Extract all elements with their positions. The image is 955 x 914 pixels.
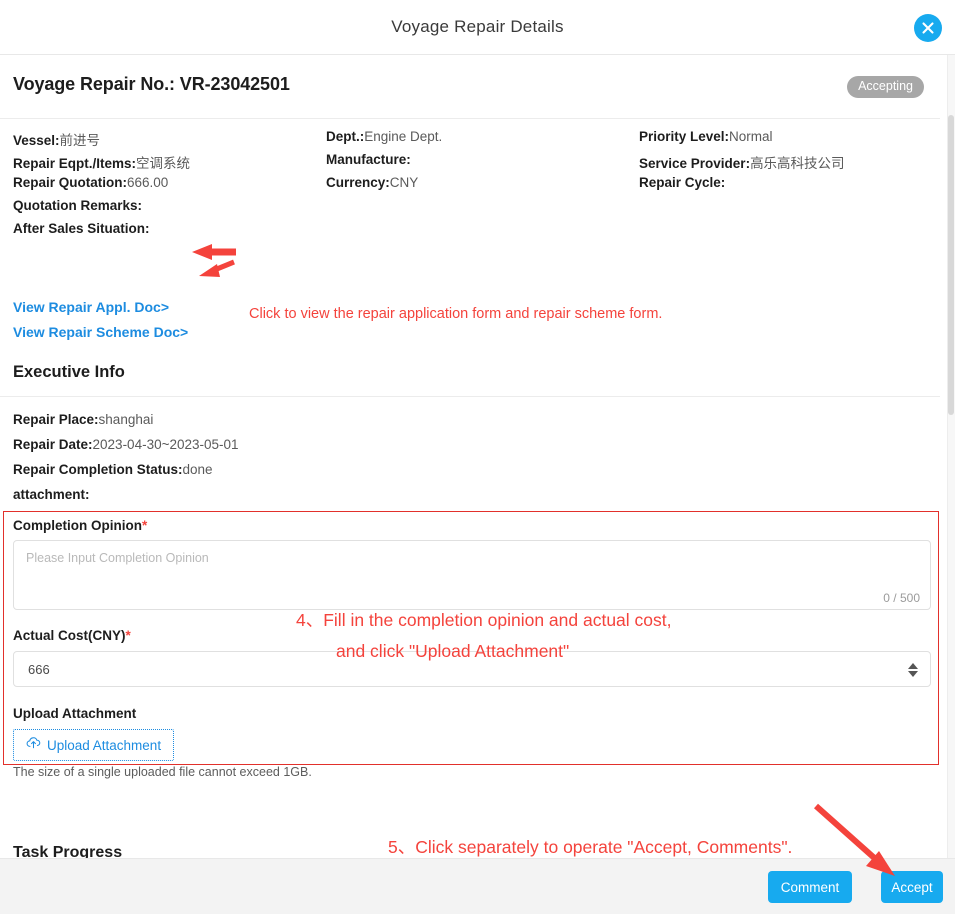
field-label: Vessel: — [13, 133, 60, 148]
info-row: Repair Completion Status:done — [13, 462, 913, 487]
status-badge: Accepting — [847, 76, 924, 98]
field-label: Quotation Remarks: — [13, 198, 143, 213]
field-value: 2023-04-30~2023-05-01 — [92, 437, 239, 452]
label-text: Actual Cost(CNY) — [13, 628, 126, 643]
view-repair-scheme-doc-link[interactable]: View Repair Scheme Doc> — [13, 324, 188, 340]
field-repair-cycle: Repair Cycle: — [639, 175, 725, 190]
actual-cost-value: 666 — [28, 662, 50, 677]
close-icon[interactable] — [914, 14, 942, 42]
upload-size-note: The size of a single uploaded file canno… — [13, 765, 312, 779]
field-label: Repair Completion Status: — [13, 462, 183, 477]
info-row: Quotation Remarks: — [13, 198, 943, 221]
page-title: Voyage Repair Details — [391, 17, 564, 36]
field-value: 666.00 — [127, 175, 169, 190]
field-value: 空调系统 — [136, 156, 191, 171]
voyage-repair-details-modal: Voyage Repair Details Voyage Repair No.:… — [0, 0, 955, 914]
info-row: Repair Eqpt./Items:空调系统 Manufacture: Ser… — [13, 152, 943, 175]
modal-footer: Comment Accept — [0, 858, 955, 914]
field-value: done — [182, 462, 213, 477]
field-dept: Dept.:Engine Dept. — [326, 129, 442, 144]
repair-no-title: Voyage Repair No.: VR-23042501 — [13, 74, 290, 94]
info-row: Repair Quotation:666.00 Currency:CNY Rep… — [13, 175, 943, 198]
field-quotation-remarks: Quotation Remarks: — [13, 198, 142, 213]
basic-info-grid: Vessel:前进号 Dept.:Engine Dept. Priority L… — [13, 129, 943, 244]
field-repair-eqpt-items: Repair Eqpt./Items:空调系统 — [13, 152, 190, 172]
view-repair-appl-doc-link[interactable]: View Repair Appl. Doc> — [13, 299, 169, 315]
info-row: Vessel:前进号 Dept.:Engine Dept. Priority L… — [13, 129, 943, 152]
field-value: CNY — [389, 175, 419, 190]
upload-attachment-button-label: Upload Attachment — [47, 737, 162, 753]
info-row: Repair Date:2023-04-30~2023-05-01 — [13, 437, 913, 462]
executive-info-grid: Repair Place:shanghai Repair Date:2023-0… — [13, 412, 913, 512]
field-repair-quotation: Repair Quotation:666.00 — [13, 175, 168, 190]
modal-header: Voyage Repair Details — [0, 0, 955, 55]
comment-button[interactable]: Comment — [768, 871, 852, 903]
annotation-form-hint-line1: 4、Fill in the completion opinion and act… — [296, 610, 672, 630]
field-label: Manufacture: — [326, 152, 411, 167]
modal-body: Voyage Repair No.: VR-23042501 Accepting… — [0, 55, 955, 858]
actual-cost-label: Actual Cost(CNY)* — [13, 628, 131, 643]
completion-opinion-label: Completion Opinion* — [13, 518, 147, 533]
field-vessel: Vessel:前进号 — [13, 129, 100, 149]
upload-attachment-button[interactable]: Upload Attachment — [13, 729, 175, 761]
scrollbar-thumb[interactable] — [948, 115, 954, 415]
field-label: Priority Level: — [639, 129, 730, 144]
annotation-form-hint: 4、Fill in the completion opinion and act… — [296, 605, 672, 667]
stepper-up-icon[interactable] — [908, 663, 918, 669]
field-label: attachment: — [13, 487, 90, 502]
section-divider — [0, 396, 940, 397]
info-row: After Sales Situation: — [13, 221, 943, 244]
required-marker: * — [141, 518, 148, 533]
field-repair-date: Repair Date:2023-04-30~2023-05-01 — [13, 437, 239, 452]
field-label: Repair Quotation: — [13, 175, 127, 190]
label-text: Completion Opinion — [13, 518, 142, 533]
info-row: attachment: — [13, 487, 913, 512]
field-repair-place: Repair Place:shanghai — [13, 412, 153, 427]
field-label: Dept.: — [326, 129, 365, 144]
field-value: 前进号 — [59, 133, 101, 148]
field-label: Repair Eqpt./Items: — [13, 156, 137, 171]
task-progress-title: Task Progress — [13, 844, 123, 858]
repair-no-row: Voyage Repair No.: VR-23042501 Accepting — [0, 74, 940, 119]
completion-opinion-input[interactable]: Please Input Completion Opinion 0 / 500 — [13, 540, 931, 610]
annotation-links-hint: Click to view the repair application for… — [249, 306, 663, 322]
executive-info-title: Executive Info — [13, 363, 125, 381]
field-value: 高乐高科技公司 — [750, 156, 845, 171]
field-currency: Currency:CNY — [326, 175, 418, 190]
field-label: Repair Date: — [13, 437, 93, 452]
field-value: shanghai — [98, 412, 154, 427]
field-label: After Sales Situation: — [13, 221, 150, 236]
field-value: Engine Dept. — [364, 129, 443, 144]
annotation-form-hint-line2: and click "Upload Attachment" — [336, 641, 570, 661]
quantity-stepper[interactable] — [906, 659, 920, 681]
stepper-down-icon[interactable] — [908, 671, 918, 677]
field-repair-completion-status: Repair Completion Status:done — [13, 462, 213, 477]
cloud-upload-icon — [26, 736, 41, 754]
field-after-sales-situation: After Sales Situation: — [13, 221, 150, 236]
field-priority-level: Priority Level:Normal — [639, 129, 773, 144]
field-manufacture: Manufacture: — [326, 152, 411, 167]
field-label: Currency: — [326, 175, 390, 190]
field-service-provider: Service Provider:高乐高科技公司 — [639, 152, 845, 172]
field-label: Repair Cycle: — [639, 175, 726, 190]
completion-opinion-placeholder: Please Input Completion Opinion — [26, 551, 209, 565]
field-label: Repair Place: — [13, 412, 99, 427]
completion-opinion-counter: 0 / 500 — [883, 591, 920, 605]
accept-button[interactable]: Accept — [881, 871, 943, 903]
annotation-buttons-hint: 5、Click separately to operate "Accept, C… — [388, 837, 793, 857]
upload-attachment-label: Upload Attachment — [13, 706, 137, 721]
field-label: Service Provider: — [639, 156, 751, 171]
required-marker: * — [125, 628, 131, 643]
scrollbar-track[interactable] — [947, 55, 955, 858]
field-value: Normal — [729, 129, 773, 144]
field-attachment: attachment: — [13, 487, 90, 502]
info-row: Repair Place:shanghai — [13, 412, 913, 437]
